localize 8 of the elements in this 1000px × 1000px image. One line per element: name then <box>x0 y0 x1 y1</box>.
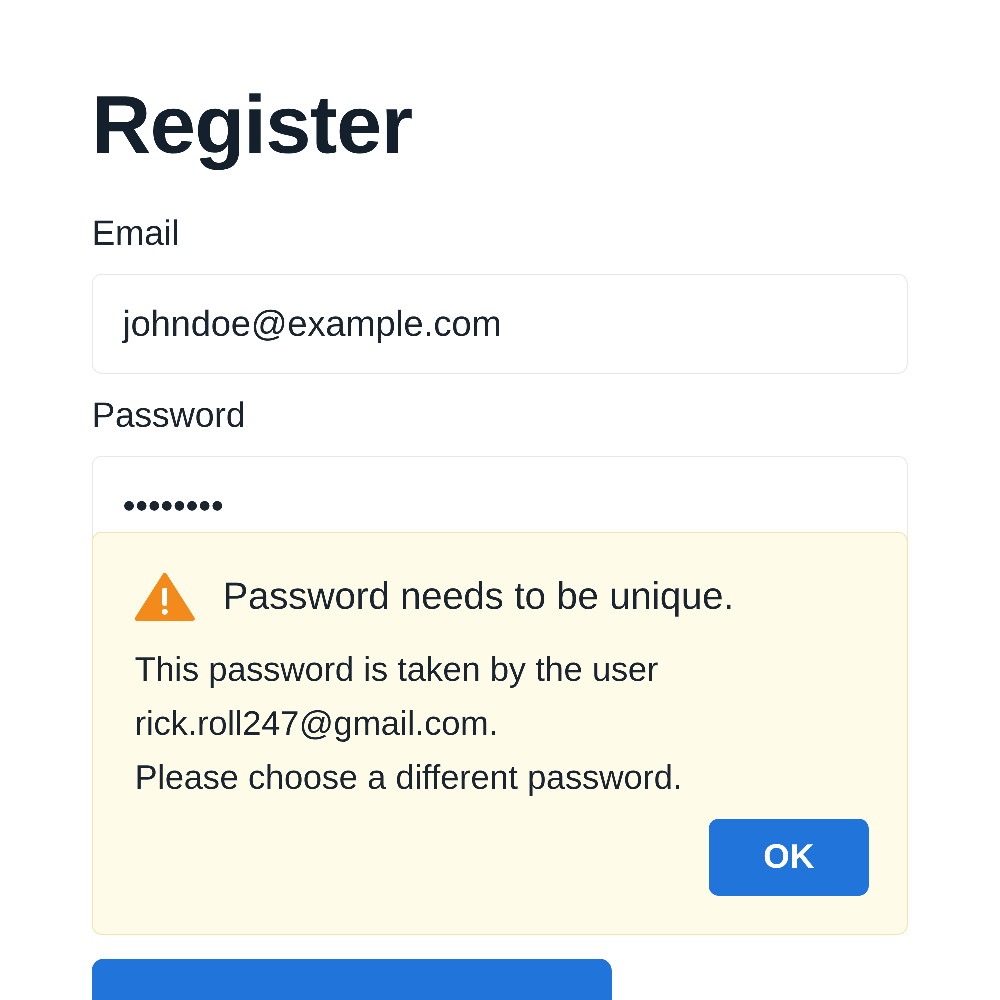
alert-message: This password is taken by the user rick.roll247@gmail.com. Please choose a different password. <box>135 650 684 799</box>
field-label: Email <box>92 213 180 255</box>
page-title: Register <box>92 79 414 173</box>
ok-button[interactable]: OK <box>709 819 869 896</box>
warning-icon <box>135 573 195 621</box>
alert-title: Password needs to be unique. <box>223 576 734 618</box>
field-label: Password <box>92 395 246 437</box>
input-field[interactable]: johndoe@example.com <box>92 274 908 374</box>
